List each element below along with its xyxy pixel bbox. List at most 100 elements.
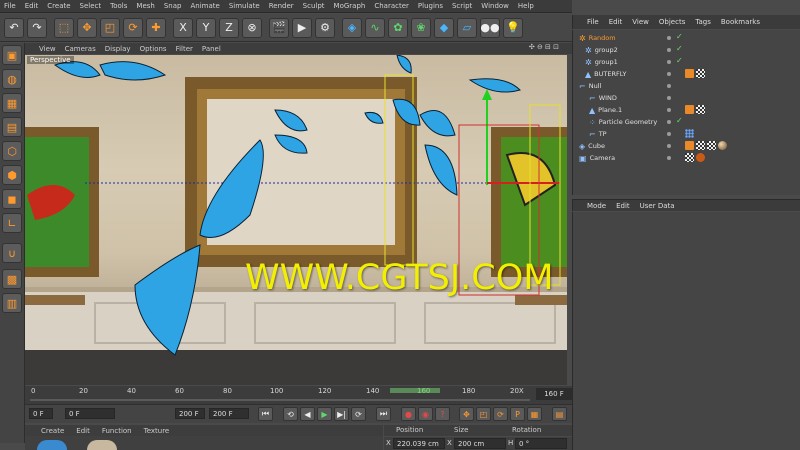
menu-window[interactable]: Window <box>481 2 509 10</box>
objects-menu-tags[interactable]: Tags <box>695 18 711 26</box>
menu-snap[interactable]: Snap <box>164 2 182 10</box>
record-icon[interactable]: ● <box>401 407 416 421</box>
enabled-check-icon[interactable]: ✓ <box>676 56 683 65</box>
visibility-dots[interactable] <box>667 154 674 162</box>
object-tags[interactable] <box>685 141 729 150</box>
next-key-icon[interactable]: ⟳ <box>351 407 366 421</box>
objects-menu-edit[interactable]: Edit <box>609 18 623 26</box>
undo-icon[interactable]: ↶ <box>4 17 24 38</box>
visibility-dots[interactable] <box>667 34 674 42</box>
camera-object-icon[interactable]: ●● <box>480 17 500 38</box>
objects-menu-objects[interactable]: Objects <box>659 18 685 26</box>
menu-script[interactable]: Script <box>452 2 472 10</box>
menu-mograph[interactable]: MoGraph <box>334 2 366 10</box>
keyframe-selection-icon[interactable]: ? <box>435 407 450 421</box>
autokey-icon[interactable]: ◉ <box>418 407 433 421</box>
timeline-ruler[interactable]: 0 20 40 60 80 100 120 140 160 180 20X 16… <box>25 386 572 404</box>
viewport-menu-cameras[interactable]: Cameras <box>65 45 96 53</box>
visibility-dots[interactable] <box>667 94 674 102</box>
visibility-dots[interactable] <box>667 70 674 78</box>
enabled-check-icon[interactable]: ✓ <box>676 116 683 125</box>
object-tags[interactable] <box>685 153 707 162</box>
subdivision-icon[interactable]: ✿ <box>388 17 408 38</box>
objects-menu-file[interactable]: File <box>587 18 599 26</box>
object-row[interactable]: ⌐ WIND <box>573 92 800 104</box>
x-axis-lock-button[interactable]: X <box>173 17 193 38</box>
scale-key-icon[interactable]: ◰ <box>476 407 491 421</box>
object-row[interactable]: ▲ Plane.1 <box>573 104 800 116</box>
visibility-dots[interactable] <box>667 130 674 138</box>
axis-mode-icon[interactable]: ∟ <box>2 213 22 233</box>
cube-object-icon[interactable]: ◈ <box>342 17 362 38</box>
previous-frame-icon[interactable]: ◀ <box>300 407 315 421</box>
objects-menu-view[interactable]: View <box>632 18 649 26</box>
attributes-menu-user-data[interactable]: User Data <box>640 202 675 210</box>
3d-viewport[interactable]: Perspective WWW.CGTSJ.COM <box>25 55 567 385</box>
light-object-icon[interactable]: 💡 <box>503 17 523 38</box>
viewport-nav-controls[interactable]: ✣ ⊖ ⊟ ⊡ <box>529 43 559 51</box>
menu-help[interactable]: Help <box>518 2 534 10</box>
floor-icon[interactable]: ▱ <box>457 17 477 38</box>
object-row[interactable]: ✲ group1 ✓ <box>573 56 800 68</box>
visibility-dots[interactable] <box>667 118 674 126</box>
viewport-menu-filter[interactable]: Filter <box>176 45 193 53</box>
menu-animate[interactable]: Animate <box>190 2 219 10</box>
object-tags[interactable] <box>685 105 707 114</box>
viewport-menu-panel[interactable]: Panel <box>202 45 221 53</box>
menu-plugins[interactable]: Plugins <box>418 2 443 10</box>
viewport-menu-options[interactable]: Options <box>140 45 167 53</box>
viewport-menu-view[interactable]: View <box>39 45 56 53</box>
edges-mode-icon[interactable]: ⬢ <box>2 165 22 185</box>
play-icon[interactable]: ▶ <box>317 407 332 421</box>
parameter-key-icon[interactable]: P <box>510 407 525 421</box>
go-to-end-icon[interactable]: ⏭ <box>376 407 391 421</box>
material-list[interactable] <box>25 436 383 450</box>
menu-file[interactable]: File <box>4 2 16 10</box>
render-picture-viewer-icon[interactable]: ▶ <box>292 17 312 38</box>
model-mode-icon[interactable]: ◍ <box>2 69 22 89</box>
z-axis-lock-button[interactable]: Z <box>219 17 239 38</box>
start-frame-field[interactable]: 0 F <box>29 408 53 419</box>
size-x-field[interactable]: 200 cm <box>454 438 506 449</box>
menu-simulate[interactable]: Simulate <box>229 2 260 10</box>
mograph-cloner-icon[interactable]: ❀ <box>411 17 431 38</box>
viewport-menu-display[interactable]: Display <box>105 45 131 53</box>
material-menu-create[interactable]: Create <box>41 427 64 435</box>
object-tags[interactable] <box>685 69 707 78</box>
position-x-field[interactable]: 220.039 cm <box>393 438 445 449</box>
object-row[interactable]: ◈ Cube <box>573 140 800 152</box>
object-row[interactable]: ✲ Random ✓ <box>573 32 800 44</box>
object-row[interactable]: ⌐ TP <box>573 128 800 140</box>
menu-render[interactable]: Render <box>269 2 294 10</box>
object-row[interactable]: ✲ group2 ✓ <box>573 44 800 56</box>
enabled-check-icon[interactable]: ✓ <box>676 44 683 53</box>
max-frame-field[interactable]: 200 F <box>175 408 205 419</box>
workplane-icon[interactable]: ▤ <box>2 117 22 137</box>
go-to-start-icon[interactable]: ⏮ <box>258 407 273 421</box>
object-row[interactable]: ▣ Camera <box>573 152 800 164</box>
visibility-dots[interactable] <box>667 142 674 150</box>
menu-mesh[interactable]: Mesh <box>136 2 154 10</box>
previous-key-icon[interactable]: ⟲ <box>283 407 298 421</box>
next-frame-icon[interactable]: ▶| <box>334 407 349 421</box>
object-row[interactable]: ⌐ Null <box>573 80 800 92</box>
object-tags[interactable] <box>685 129 696 138</box>
render-view-icon[interactable]: 🎬 <box>269 17 289 38</box>
material-swatch[interactable] <box>87 440 117 450</box>
rotation-h-field[interactable]: 0 ° <box>515 438 567 449</box>
menu-tools[interactable]: Tools <box>110 2 127 10</box>
live-selection-icon[interactable]: ⬚ <box>54 17 74 38</box>
attributes-menu-mode[interactable]: Mode <box>587 202 606 210</box>
y-axis-lock-button[interactable]: Y <box>196 17 216 38</box>
object-row[interactable]: ⁘ Particle Geometry ✓ <box>573 116 800 128</box>
menu-create[interactable]: Create <box>47 2 70 10</box>
position-key-icon[interactable]: ✥ <box>459 407 474 421</box>
spline-icon[interactable]: ∿ <box>365 17 385 38</box>
snap-icon[interactable]: ∪ <box>2 243 22 263</box>
rotate-icon[interactable]: ⟳ <box>123 17 143 38</box>
render-settings-icon[interactable]: ⚙ <box>315 17 335 38</box>
recent-tool-icon[interactable]: ✚ <box>146 17 166 38</box>
current-frame-field[interactable]: 160 F <box>536 388 572 400</box>
menu-sculpt[interactable]: Sculpt <box>303 2 325 10</box>
make-editable-icon[interactable]: ▣ <box>2 45 22 65</box>
